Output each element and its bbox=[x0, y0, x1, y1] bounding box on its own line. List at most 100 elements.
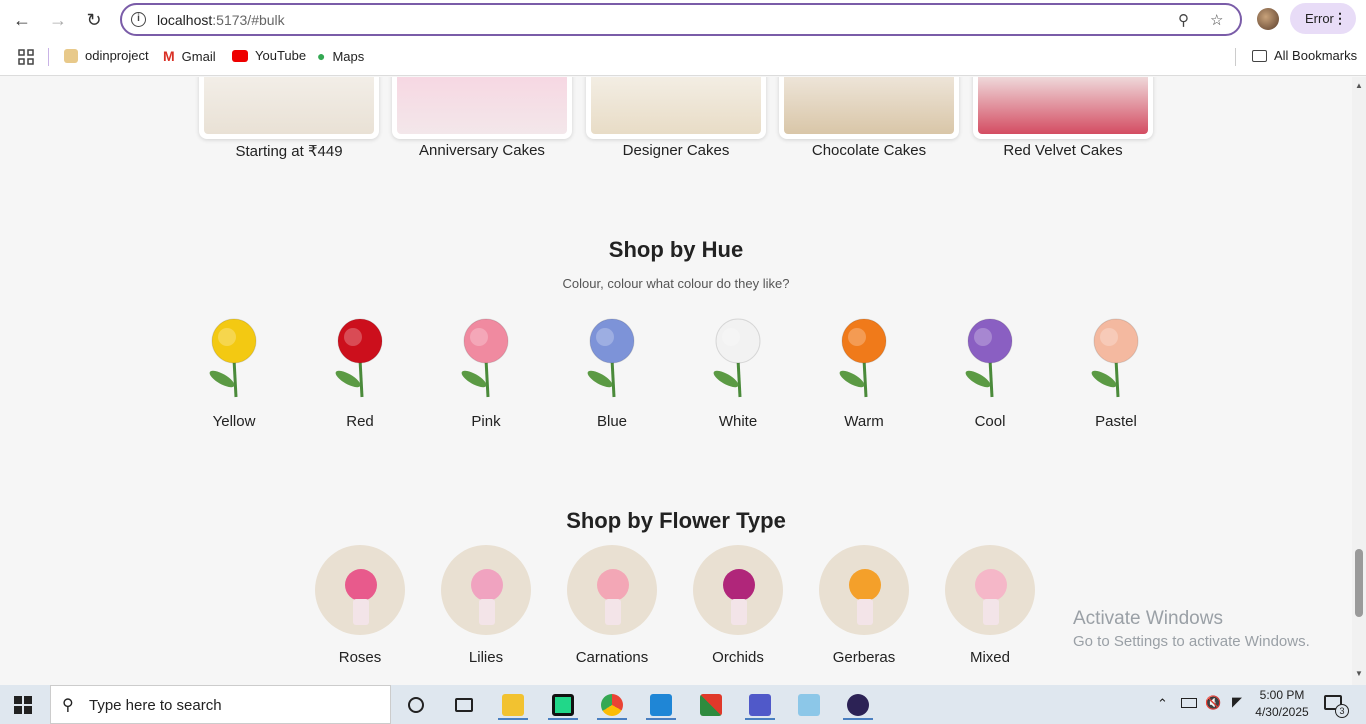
avatar[interactable] bbox=[1257, 8, 1279, 30]
flower-type-label: Gerberas bbox=[832, 649, 896, 666]
cake-label[interactable]: Designer Cakes bbox=[586, 142, 766, 159]
hue-label: White bbox=[718, 413, 758, 430]
volume-muted-icon[interactable]: 🔇 bbox=[1205, 695, 1221, 711]
scroll-thumb[interactable] bbox=[1355, 549, 1363, 617]
battery-icon[interactable] bbox=[1181, 697, 1197, 711]
site-info-icon[interactable]: i bbox=[131, 12, 146, 27]
task-view-icon[interactable] bbox=[445, 689, 483, 720]
bookmark-odinproject[interactable]: odinproject bbox=[64, 48, 149, 63]
flower-type-label: Roses bbox=[338, 649, 382, 666]
flower-type-label: Mixed bbox=[969, 649, 1010, 666]
cake-card[interactable] bbox=[392, 77, 572, 139]
flower-type-carnations[interactable]: Carnations bbox=[564, 545, 660, 666]
flower-type-label: Carnations bbox=[575, 649, 649, 666]
taskbar-search-input[interactable]: ⚲ Type here to search bbox=[50, 685, 391, 724]
cake-card[interactable] bbox=[973, 77, 1153, 139]
flower-image bbox=[1091, 318, 1139, 398]
cake-label[interactable]: Chocolate Cakes bbox=[779, 142, 959, 159]
vscode-icon[interactable] bbox=[642, 689, 680, 720]
address-bar[interactable]: i localhost:5173/#bulk ⚲ ☆ bbox=[120, 3, 1242, 36]
flower-type-image bbox=[315, 545, 405, 635]
forward-icon[interactable]: → bbox=[46, 8, 70, 32]
hue-label: Warm bbox=[844, 413, 884, 430]
hue-section-subtitle: Colour, colour what colour do they like? bbox=[562, 276, 790, 291]
flower-image bbox=[209, 318, 257, 398]
cake-label[interactable]: Starting at ₹449 bbox=[199, 142, 379, 160]
hue-label: Blue bbox=[596, 413, 628, 430]
hue-label: Pink bbox=[471, 413, 501, 430]
xampp-icon[interactable] bbox=[692, 689, 730, 720]
hue-item-white[interactable]: White bbox=[690, 309, 786, 430]
flower-image bbox=[839, 318, 887, 398]
cake-card[interactable] bbox=[779, 77, 959, 139]
bookmark-youtube[interactable]: YouTube bbox=[232, 48, 306, 63]
hue-item-blue[interactable]: Blue bbox=[564, 309, 660, 430]
chrome-icon[interactable] bbox=[593, 689, 631, 720]
scroll-up-icon[interactable]: ▲ bbox=[1355, 81, 1363, 90]
odinproject-icon bbox=[64, 48, 78, 63]
gmail-icon: M bbox=[163, 48, 175, 64]
maps-icon: ● bbox=[317, 48, 326, 64]
hue-item-yellow[interactable]: Yellow bbox=[186, 309, 282, 430]
apps-grid-icon[interactable] bbox=[18, 49, 34, 65]
teams-icon[interactable] bbox=[741, 689, 779, 720]
flower-type-mixed[interactable]: Mixed bbox=[942, 545, 1038, 666]
cake-label[interactable]: Red Velvet Cakes bbox=[973, 142, 1153, 159]
flower-type-image bbox=[567, 545, 657, 635]
flower-type-orchids[interactable]: Orchids bbox=[690, 545, 786, 666]
flower-image bbox=[587, 318, 635, 398]
flower-type-lilies[interactable]: Lilies bbox=[438, 545, 534, 666]
flower-type-roses[interactable]: Roses bbox=[312, 545, 408, 666]
cake-card[interactable] bbox=[199, 77, 379, 139]
page-scrollbar[interactable]: ▲ ▼ bbox=[1352, 77, 1366, 685]
cortana-icon[interactable] bbox=[397, 689, 435, 720]
folder-icon bbox=[1252, 49, 1267, 62]
flower-type-label: Lilies bbox=[468, 649, 504, 666]
notifications-icon[interactable]: 3 bbox=[1324, 695, 1349, 718]
cake-label[interactable]: Anniversary Cakes bbox=[392, 142, 572, 159]
hue-label: Cool bbox=[974, 413, 1006, 430]
bookmark-maps[interactable]: ● Maps bbox=[317, 48, 364, 64]
pycharm-icon[interactable] bbox=[544, 689, 582, 720]
reload-icon[interactable]: ↻ bbox=[82, 8, 106, 32]
flower-image bbox=[965, 318, 1013, 398]
flower-type-image bbox=[441, 545, 531, 635]
flower-type-gerberas[interactable]: Gerberas bbox=[816, 545, 912, 666]
cake-card[interactable] bbox=[586, 77, 766, 139]
wifi-icon[interactable]: ◤ bbox=[1232, 694, 1242, 710]
back-icon[interactable]: ← bbox=[10, 8, 34, 32]
hue-item-warm[interactable]: Warm bbox=[816, 309, 912, 430]
url-text[interactable]: localhost:5173/#bulk bbox=[157, 12, 285, 28]
hue-label: Red bbox=[346, 413, 374, 430]
windows-start-icon[interactable] bbox=[14, 696, 32, 719]
page-content: Starting at ₹449 Anniversary Cakes Desig… bbox=[0, 77, 1366, 685]
bookmark-star-icon[interactable]: ☆ bbox=[1210, 11, 1223, 29]
flower-image bbox=[335, 318, 383, 398]
flower-type-label: Orchids bbox=[712, 649, 764, 666]
flower-type-image bbox=[693, 545, 783, 635]
tray-chevron-icon[interactable]: ⌃ bbox=[1157, 696, 1168, 712]
all-bookmarks[interactable]: All Bookmarks bbox=[1252, 48, 1357, 63]
zoom-icon[interactable]: ⚲ bbox=[1178, 11, 1189, 29]
eclipse-icon[interactable] bbox=[839, 689, 877, 720]
file-explorer-icon[interactable] bbox=[494, 689, 532, 720]
search-icon: ⚲ bbox=[62, 697, 74, 714]
windows-taskbar: ⚲ Type here to search ⌃ 🔇 ◤ 5:00 PM 4/30… bbox=[0, 685, 1366, 724]
hue-item-cool[interactable]: Cool bbox=[942, 309, 1038, 430]
activate-windows-watermark: Activate Windows Go to Settings to activ… bbox=[1073, 608, 1310, 650]
browser-toolbar: ← → ↻ i localhost:5173/#bulk ⚲ ☆ Error ⋮ bbox=[0, 0, 1366, 40]
hue-item-pink[interactable]: Pink bbox=[438, 309, 534, 430]
flower-image bbox=[713, 318, 761, 398]
bookmark-gmail[interactable]: M Gmail bbox=[163, 48, 216, 64]
flower-type-image bbox=[819, 545, 909, 635]
scroll-down-icon[interactable]: ▼ bbox=[1355, 669, 1363, 678]
notepad-icon[interactable] bbox=[790, 689, 828, 720]
hue-section-title: Shop by Hue bbox=[608, 237, 744, 262]
hue-item-pastel[interactable]: Pastel bbox=[1068, 309, 1164, 430]
menu-dots-icon[interactable]: ⋮ bbox=[1333, 3, 1347, 34]
hue-label: Yellow bbox=[212, 413, 256, 430]
profile-error-button[interactable]: Error ⋮ bbox=[1290, 3, 1356, 34]
hue-item-red[interactable]: Red bbox=[312, 309, 408, 430]
hue-label: Pastel bbox=[1095, 413, 1137, 430]
clock[interactable]: 5:00 PM 4/30/2025 bbox=[1254, 688, 1310, 719]
